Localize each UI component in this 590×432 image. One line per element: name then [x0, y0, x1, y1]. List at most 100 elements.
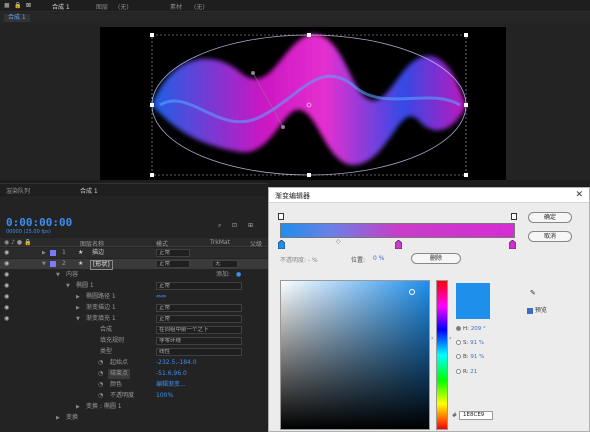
- layer-name[interactable]: 描边: [92, 248, 104, 258]
- delete-stop-button[interactable]: 删除: [411, 253, 461, 264]
- expand-icon[interactable]: ▶: [42, 248, 46, 258]
- stopwatch-icon[interactable]: ◔: [98, 380, 103, 390]
- stopwatch-icon[interactable]: ◔: [98, 358, 103, 368]
- tab-layer-prefix[interactable]: 图层: [96, 2, 108, 11]
- prop-contents[interactable]: ◉ ▼ 内容 添加: ●: [0, 270, 268, 280]
- group-mode-dropdown[interactable]: 正常: [156, 282, 242, 290]
- layer-name[interactable]: [形状]: [90, 260, 113, 270]
- prop-colors[interactable]: ◔ 颜色 编辑渐变...: [0, 380, 268, 390]
- stopwatch-icon[interactable]: ◔: [98, 369, 103, 379]
- prop-transform-group[interactable]: ▶ 变换 : 椭圆 1: [0, 402, 268, 412]
- visibility-icon[interactable]: ◉: [4, 292, 9, 302]
- expand-icon[interactable]: ▶: [76, 303, 80, 313]
- layer-row[interactable]: ◉ ▶ 1 ★ 描边 正常: [0, 248, 268, 258]
- lock-icon[interactable]: 🔒: [14, 2, 21, 9]
- visibility-icon[interactable]: ◉: [4, 281, 9, 291]
- prop-gradient-stroke[interactable]: ◉ ▶ 渐变描边 1 正常: [0, 303, 268, 313]
- graph-editor-icon[interactable]: ⊞: [248, 222, 253, 229]
- collapse-icon[interactable]: ▼: [42, 259, 46, 269]
- hue-radio[interactable]: H: 209 °: [456, 326, 486, 332]
- prop-start-point[interactable]: ◔ 起始点 -232.5,-184.0: [0, 358, 268, 368]
- link-icon[interactable]: ⇔⇔: [156, 292, 166, 302]
- tab-composition[interactable]: 合成 1: [52, 2, 70, 11]
- label-color-swatch[interactable]: [50, 250, 56, 256]
- visibility-icon[interactable]: ◉: [4, 270, 9, 280]
- midpoint-diamond[interactable]: ◇: [336, 238, 341, 245]
- ok-button[interactable]: 确定: [528, 212, 572, 223]
- edit-gradient-link[interactable]: 编辑渐变...: [156, 380, 186, 390]
- prop-end-point[interactable]: ◔ 结束点 -51.6,96.0: [0, 369, 268, 379]
- col-source-name[interactable]: 图层名称: [80, 239, 104, 248]
- hex-color-input[interactable]: 1E8CE9: [459, 411, 493, 420]
- tab-render-queue[interactable]: 渲染队列: [6, 186, 30, 195]
- gradient-preview-bar[interactable]: [280, 223, 515, 238]
- col-mode[interactable]: 模式: [156, 239, 168, 248]
- fill-mode-dropdown[interactable]: 正常: [156, 315, 242, 323]
- tab-footage-prefix[interactable]: 素材: [170, 2, 182, 11]
- prop-composite[interactable]: 合成 在同组中前一个之下: [0, 325, 268, 335]
- prop-group[interactable]: ◉ ▼ 椭圆 1 正常: [0, 281, 268, 291]
- stroke-mode-dropdown[interactable]: 正常: [156, 304, 242, 312]
- collapse-icon[interactable]: ▼: [76, 314, 80, 324]
- col-parent[interactable]: 父级: [250, 239, 262, 248]
- tab-layer[interactable]: (无): [118, 2, 129, 11]
- start-point-value[interactable]: -232.5,-184.0: [156, 358, 197, 368]
- col-trkmat[interactable]: TrkMat: [210, 239, 230, 246]
- color-stop-magenta[interactable]: [395, 240, 402, 249]
- saturation-brightness-field[interactable]: [280, 280, 430, 430]
- opacity-stop-left[interactable]: [278, 213, 284, 220]
- prop-ellipse-path[interactable]: ◉ ▶ 椭圆路径 1 ⇔⇔: [0, 292, 268, 302]
- eyedropper-icon[interactable]: ✎: [530, 289, 536, 297]
- hue-slider[interactable]: [436, 280, 448, 430]
- layer-row[interactable]: ◉ ▼ 2 ★ [形状] 正常 无: [0, 259, 268, 270]
- tab-timeline-comp[interactable]: 合成 1: [80, 186, 98, 195]
- trkmat-dropdown[interactable]: 无: [212, 260, 238, 268]
- color-stop-end[interactable]: [509, 240, 516, 249]
- search-icon[interactable]: ⌕: [218, 222, 221, 230]
- visibility-icon[interactable]: ◉: [4, 314, 9, 324]
- collapse-icon[interactable]: ▼: [56, 270, 60, 280]
- fill-rule-dropdown[interactable]: 非零环绕: [156, 337, 242, 345]
- tab-footage[interactable]: (无): [194, 2, 205, 11]
- shape-layer-icon: ★: [78, 260, 84, 267]
- saturation-radio[interactable]: S: 91 %: [456, 340, 484, 346]
- location-label: 位置:: [351, 257, 366, 264]
- visibility-icon[interactable]: ◉: [4, 303, 9, 313]
- prop-type[interactable]: 类型 线性: [0, 347, 268, 357]
- opacity-value[interactable]: 100%: [156, 391, 173, 401]
- layer-mode-dropdown[interactable]: 正常: [156, 249, 190, 257]
- color-stop-blue[interactable]: [278, 240, 285, 249]
- color-picker-cursor[interactable]: [409, 289, 415, 295]
- brightness-radio[interactable]: B: 91 %: [456, 354, 484, 360]
- location-value[interactable]: 0 %: [373, 255, 384, 262]
- layer-mode-dropdown[interactable]: 正常: [156, 260, 190, 268]
- cancel-button[interactable]: 取消: [528, 231, 572, 242]
- type-dropdown[interactable]: 线性: [156, 348, 242, 356]
- add-button-icon[interactable]: ●: [236, 270, 241, 280]
- prop-label: 结束点: [108, 369, 131, 379]
- expand-icon[interactable]: ▶: [56, 413, 60, 423]
- comp-breadcrumb[interactable]: 合成 1: [4, 14, 30, 22]
- end-point-value[interactable]: -51.6,96.0: [156, 369, 187, 379]
- prop-fill-rule[interactable]: 填充规则 非零环绕: [0, 336, 268, 346]
- close-icon[interactable]: ✕: [575, 190, 583, 200]
- collapse-icon[interactable]: ▼: [66, 281, 70, 291]
- comp-tab-icon[interactable]: ■: [4, 2, 10, 9]
- expand-icon[interactable]: ▶: [76, 292, 80, 302]
- visibility-icon[interactable]: ◉: [4, 259, 9, 269]
- red-radio[interactable]: R: 21: [456, 369, 477, 375]
- draft-3d-icon[interactable]: ⊡: [232, 222, 237, 229]
- opacity-stop-right[interactable]: [511, 213, 517, 220]
- prop-transform[interactable]: ▶ 变换: [0, 413, 268, 423]
- preview-checkbox[interactable]: 预览: [527, 305, 547, 314]
- stopwatch-icon[interactable]: ◔: [98, 391, 103, 401]
- current-time[interactable]: 0:00:00:00: [6, 216, 72, 229]
- expand-icon[interactable]: ▶: [76, 402, 80, 412]
- prop-opacity[interactable]: ◔ 不透明度 100%: [0, 391, 268, 401]
- composite-dropdown[interactable]: 在同组中前一个之下: [156, 326, 242, 334]
- label-color-swatch[interactable]: [50, 261, 56, 267]
- prop-gradient-fill[interactable]: ◉ ▼ 渐变填充 1 正常: [0, 314, 268, 324]
- composition-canvas[interactable]: [100, 27, 506, 180]
- tab-composition-prefix[interactable]: ⊠: [26, 2, 31, 9]
- visibility-icon[interactable]: ◉: [4, 248, 9, 258]
